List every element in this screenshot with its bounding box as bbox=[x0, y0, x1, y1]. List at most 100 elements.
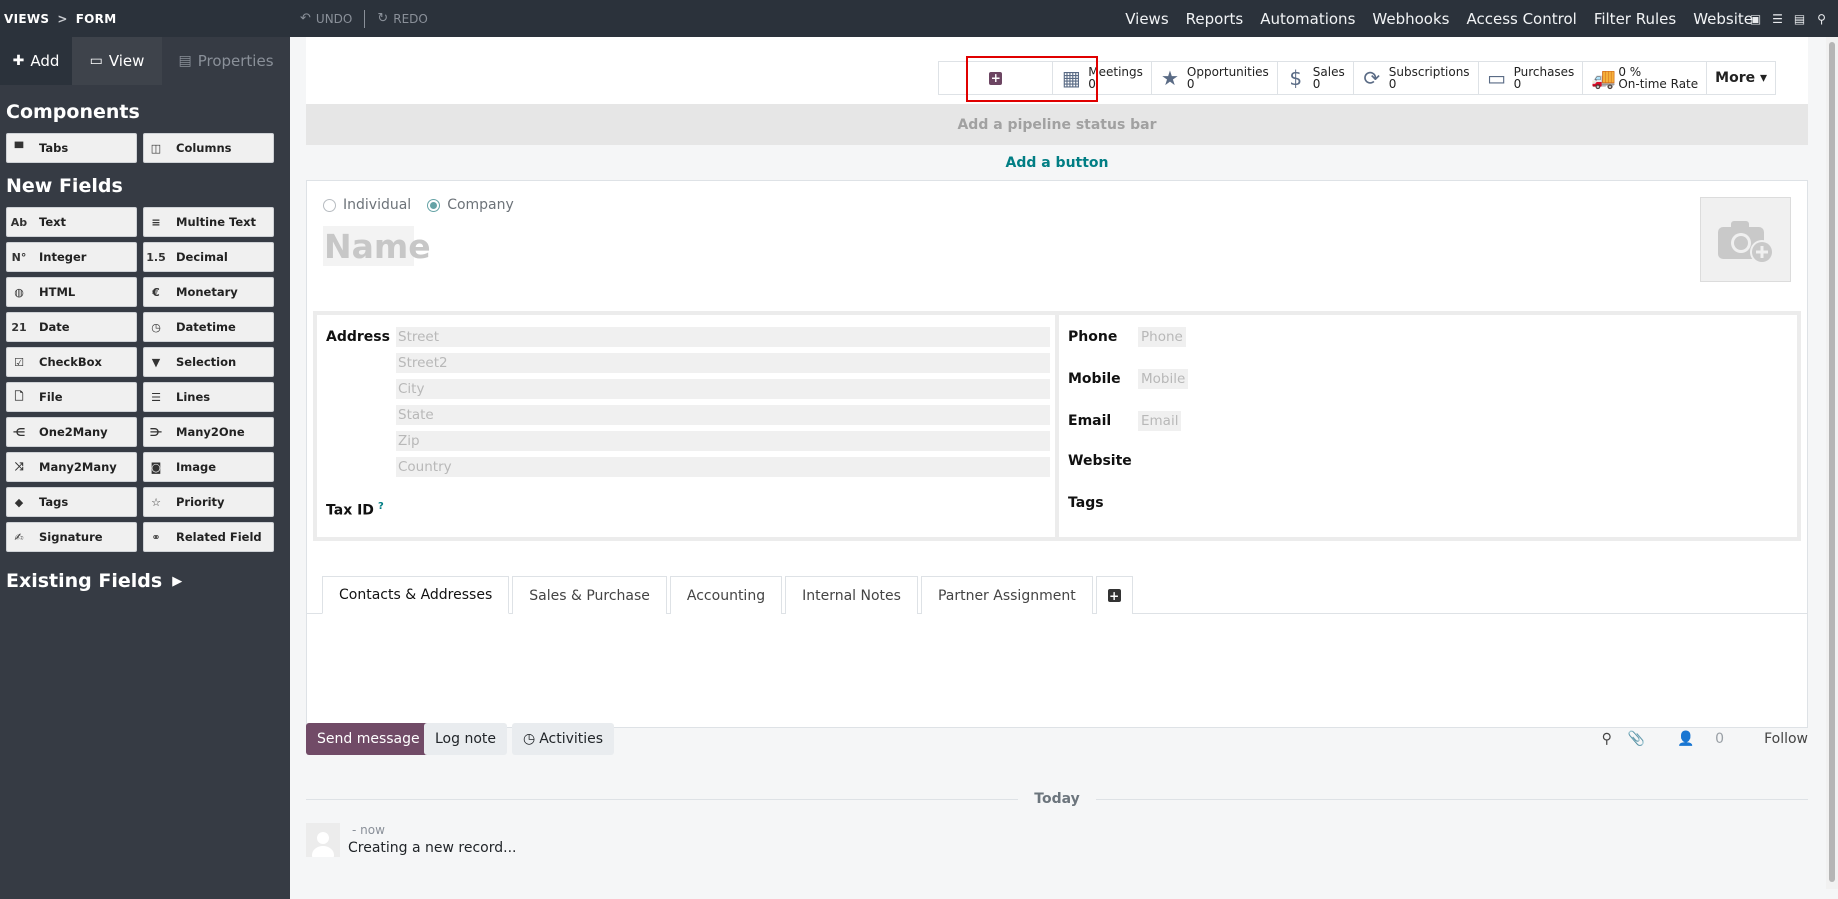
field-multine-text[interactable]: ≡ Multine Text bbox=[143, 207, 274, 237]
field-tabs[interactable]: ▀ Tabs bbox=[6, 133, 137, 163]
field-label: Image bbox=[176, 460, 217, 474]
add-button-link[interactable]: Add a button bbox=[306, 145, 1808, 181]
field-related-field[interactable]: ⚭ Related Field bbox=[143, 522, 274, 552]
menu-access-control[interactable]: Access Control bbox=[1466, 10, 1576, 28]
notebook-tabs: Contacts & Addresses Sales & Purchase Ac… bbox=[322, 576, 1136, 614]
menu-views[interactable]: Views bbox=[1125, 10, 1168, 28]
zip-input[interactable]: Zip bbox=[396, 431, 1050, 451]
smart-button-sales[interactable]: $ Sales 0 bbox=[1277, 61, 1354, 95]
street2-input[interactable]: Street2 bbox=[396, 353, 1050, 373]
camera-plus-icon bbox=[1717, 220, 1774, 264]
city-input[interactable]: City bbox=[396, 379, 1050, 399]
field-datetime[interactable]: ◷ Datetime bbox=[143, 312, 274, 342]
phone-input[interactable]: Phone bbox=[1138, 327, 1186, 347]
email-input[interactable]: Email bbox=[1138, 411, 1182, 431]
country-input[interactable]: Country bbox=[396, 457, 1050, 477]
smart-button-value: On-time Rate bbox=[1618, 77, 1699, 91]
paperclip-icon[interactable]: 📎 bbox=[1628, 731, 1645, 747]
smart-button-value: 0 bbox=[1312, 77, 1321, 91]
smart-button-subscriptions[interactable]: ⟳ Subscriptions 0 bbox=[1353, 61, 1479, 95]
tab-partner-assignment[interactable]: Partner Assignment bbox=[920, 576, 1093, 614]
tab-properties[interactable]: ▤ Properties bbox=[162, 37, 290, 85]
tags-row: Tags bbox=[1068, 495, 1138, 511]
contact-group: Phone Phone Mobile Mobile Email Email We… bbox=[1055, 311, 1801, 541]
field-selection[interactable]: ▼ Selection bbox=[143, 347, 274, 377]
followers-button[interactable]: 👤 0 bbox=[1661, 731, 1724, 747]
field-columns[interactable]: ◫ Columns bbox=[143, 133, 274, 163]
tab-sales-purchase[interactable]: Sales & Purchase bbox=[512, 576, 667, 614]
search-icon[interactable]: ⚲ bbox=[1813, 12, 1830, 26]
name-field[interactable]: Name bbox=[323, 226, 431, 266]
add-tab-button[interactable]: + bbox=[1095, 576, 1133, 614]
send-message-button[interactable]: Send message bbox=[306, 723, 431, 755]
undo-button[interactable]: ↶ UNDO bbox=[300, 11, 352, 26]
field-monetary[interactable]: € Monetary bbox=[143, 277, 274, 307]
breadcrumb-views[interactable]: VIEWS bbox=[4, 12, 49, 26]
field-html[interactable]: ◍ HTML bbox=[6, 277, 137, 307]
more-button[interactable]: More ▾ bbox=[1707, 61, 1776, 95]
chatter-topbar-right: ⚲ 📎 👤 0 Follow bbox=[1586, 723, 1808, 755]
field-label: Integer bbox=[39, 250, 87, 264]
street-input[interactable]: Street bbox=[396, 327, 1050, 347]
search-icon[interactable]: ⚲ bbox=[1602, 731, 1612, 747]
field-lines[interactable]: ☰ Lines bbox=[143, 382, 274, 412]
layout-icon[interactable]: ▤ bbox=[1791, 12, 1808, 26]
field-label: Selection bbox=[176, 355, 237, 369]
scrollbar-thumb[interactable] bbox=[1829, 42, 1835, 882]
field-label: HTML bbox=[39, 285, 76, 299]
tab-add[interactable]: ✚ Add bbox=[0, 37, 72, 85]
menu-automations[interactable]: Automations bbox=[1260, 10, 1355, 28]
field-file[interactable]: 🗋 File bbox=[6, 382, 137, 412]
help-icon[interactable]: ? bbox=[378, 501, 384, 512]
existing-fields-toggle[interactable]: Existing Fields ▶ bbox=[6, 570, 290, 592]
menu-filter-rules[interactable]: Filter Rules bbox=[1594, 10, 1676, 28]
smart-button-0-[interactable]: 🚚 0 % On-time Rate bbox=[1583, 61, 1708, 95]
menu-reports[interactable]: Reports bbox=[1186, 10, 1244, 28]
tab-accounting[interactable]: Accounting bbox=[669, 576, 783, 614]
field-priority[interactable]: ☆ Priority bbox=[143, 487, 274, 517]
radio-company[interactable] bbox=[427, 198, 441, 212]
image-field[interactable] bbox=[1700, 197, 1791, 282]
tab-internal-notes[interactable]: Internal Notes bbox=[785, 576, 918, 614]
message-body: Creating a new record... bbox=[348, 840, 517, 856]
field-checkbox[interactable]: ☑ CheckBox bbox=[6, 347, 137, 377]
new-fields-title: New Fields bbox=[6, 175, 123, 197]
field-text[interactable]: Ab Text bbox=[6, 207, 137, 237]
field-many2many[interactable]: ⤨ Many2Many bbox=[6, 452, 137, 482]
state-input[interactable]: State bbox=[396, 405, 1050, 425]
tab-view[interactable]: ▭ View bbox=[72, 37, 162, 85]
smart-button-purchases[interactable]: ▭ Purchases 0 bbox=[1478, 61, 1584, 95]
pipeline-status-bar-placeholder[interactable]: Add a pipeline status bar bbox=[306, 104, 1808, 145]
sidebar: ✚ Add ▭ View ▤ Properties Components ▀ Tabs ◫… bbox=[0, 37, 290, 899]
log-note-button[interactable]: Log note bbox=[424, 723, 507, 755]
lines-icon: ☰ bbox=[151, 390, 161, 404]
many2many-icon: ⤨ bbox=[14, 460, 24, 473]
field-one2many[interactable]: ⋲ One2Many bbox=[6, 417, 137, 447]
menu-webhooks[interactable]: Webhooks bbox=[1372, 10, 1449, 28]
redo-button[interactable]: ↻ REDO bbox=[377, 11, 428, 26]
radio-individual[interactable] bbox=[323, 198, 336, 212]
phone-row: Phone Phone bbox=[1068, 327, 1186, 347]
field-tags[interactable]: ◆ Tags bbox=[6, 487, 137, 517]
id-card-icon[interactable]: ▣ bbox=[1747, 12, 1764, 26]
list-icon[interactable]: ☰ bbox=[1769, 12, 1786, 26]
smart-button-value: 0 bbox=[1513, 77, 1522, 91]
field-many2one[interactable]: ⋺ Many2One bbox=[143, 417, 274, 447]
smart-button-value: 0 bbox=[1388, 77, 1397, 91]
state-row: State bbox=[326, 405, 1050, 425]
field-image[interactable]: ◙ Image bbox=[143, 452, 274, 482]
smart-button-opportunities[interactable]: ★ Opportunities 0 bbox=[1151, 61, 1278, 95]
scrollbar[interactable] bbox=[1826, 37, 1838, 889]
mobile-input[interactable]: Mobile bbox=[1138, 369, 1189, 389]
field-decimal[interactable]: 1.5 Decimal bbox=[143, 242, 274, 272]
field-integer[interactable]: N° Integer bbox=[6, 242, 137, 272]
tab-contacts-addresses[interactable]: Contacts & Addresses bbox=[322, 576, 510, 614]
field-label: Tags bbox=[39, 495, 69, 509]
zip-row: Zip bbox=[326, 431, 1050, 451]
field-signature[interactable]: ✍ Signature bbox=[6, 522, 137, 552]
field-date[interactable]: 21 Date bbox=[6, 312, 137, 342]
activities-button[interactable]: ◷ Activities bbox=[512, 723, 615, 755]
follow-button[interactable]: Follow bbox=[1764, 731, 1808, 747]
image-icon: ◙ bbox=[150, 460, 162, 474]
followers-count: 0 bbox=[1715, 731, 1725, 747]
